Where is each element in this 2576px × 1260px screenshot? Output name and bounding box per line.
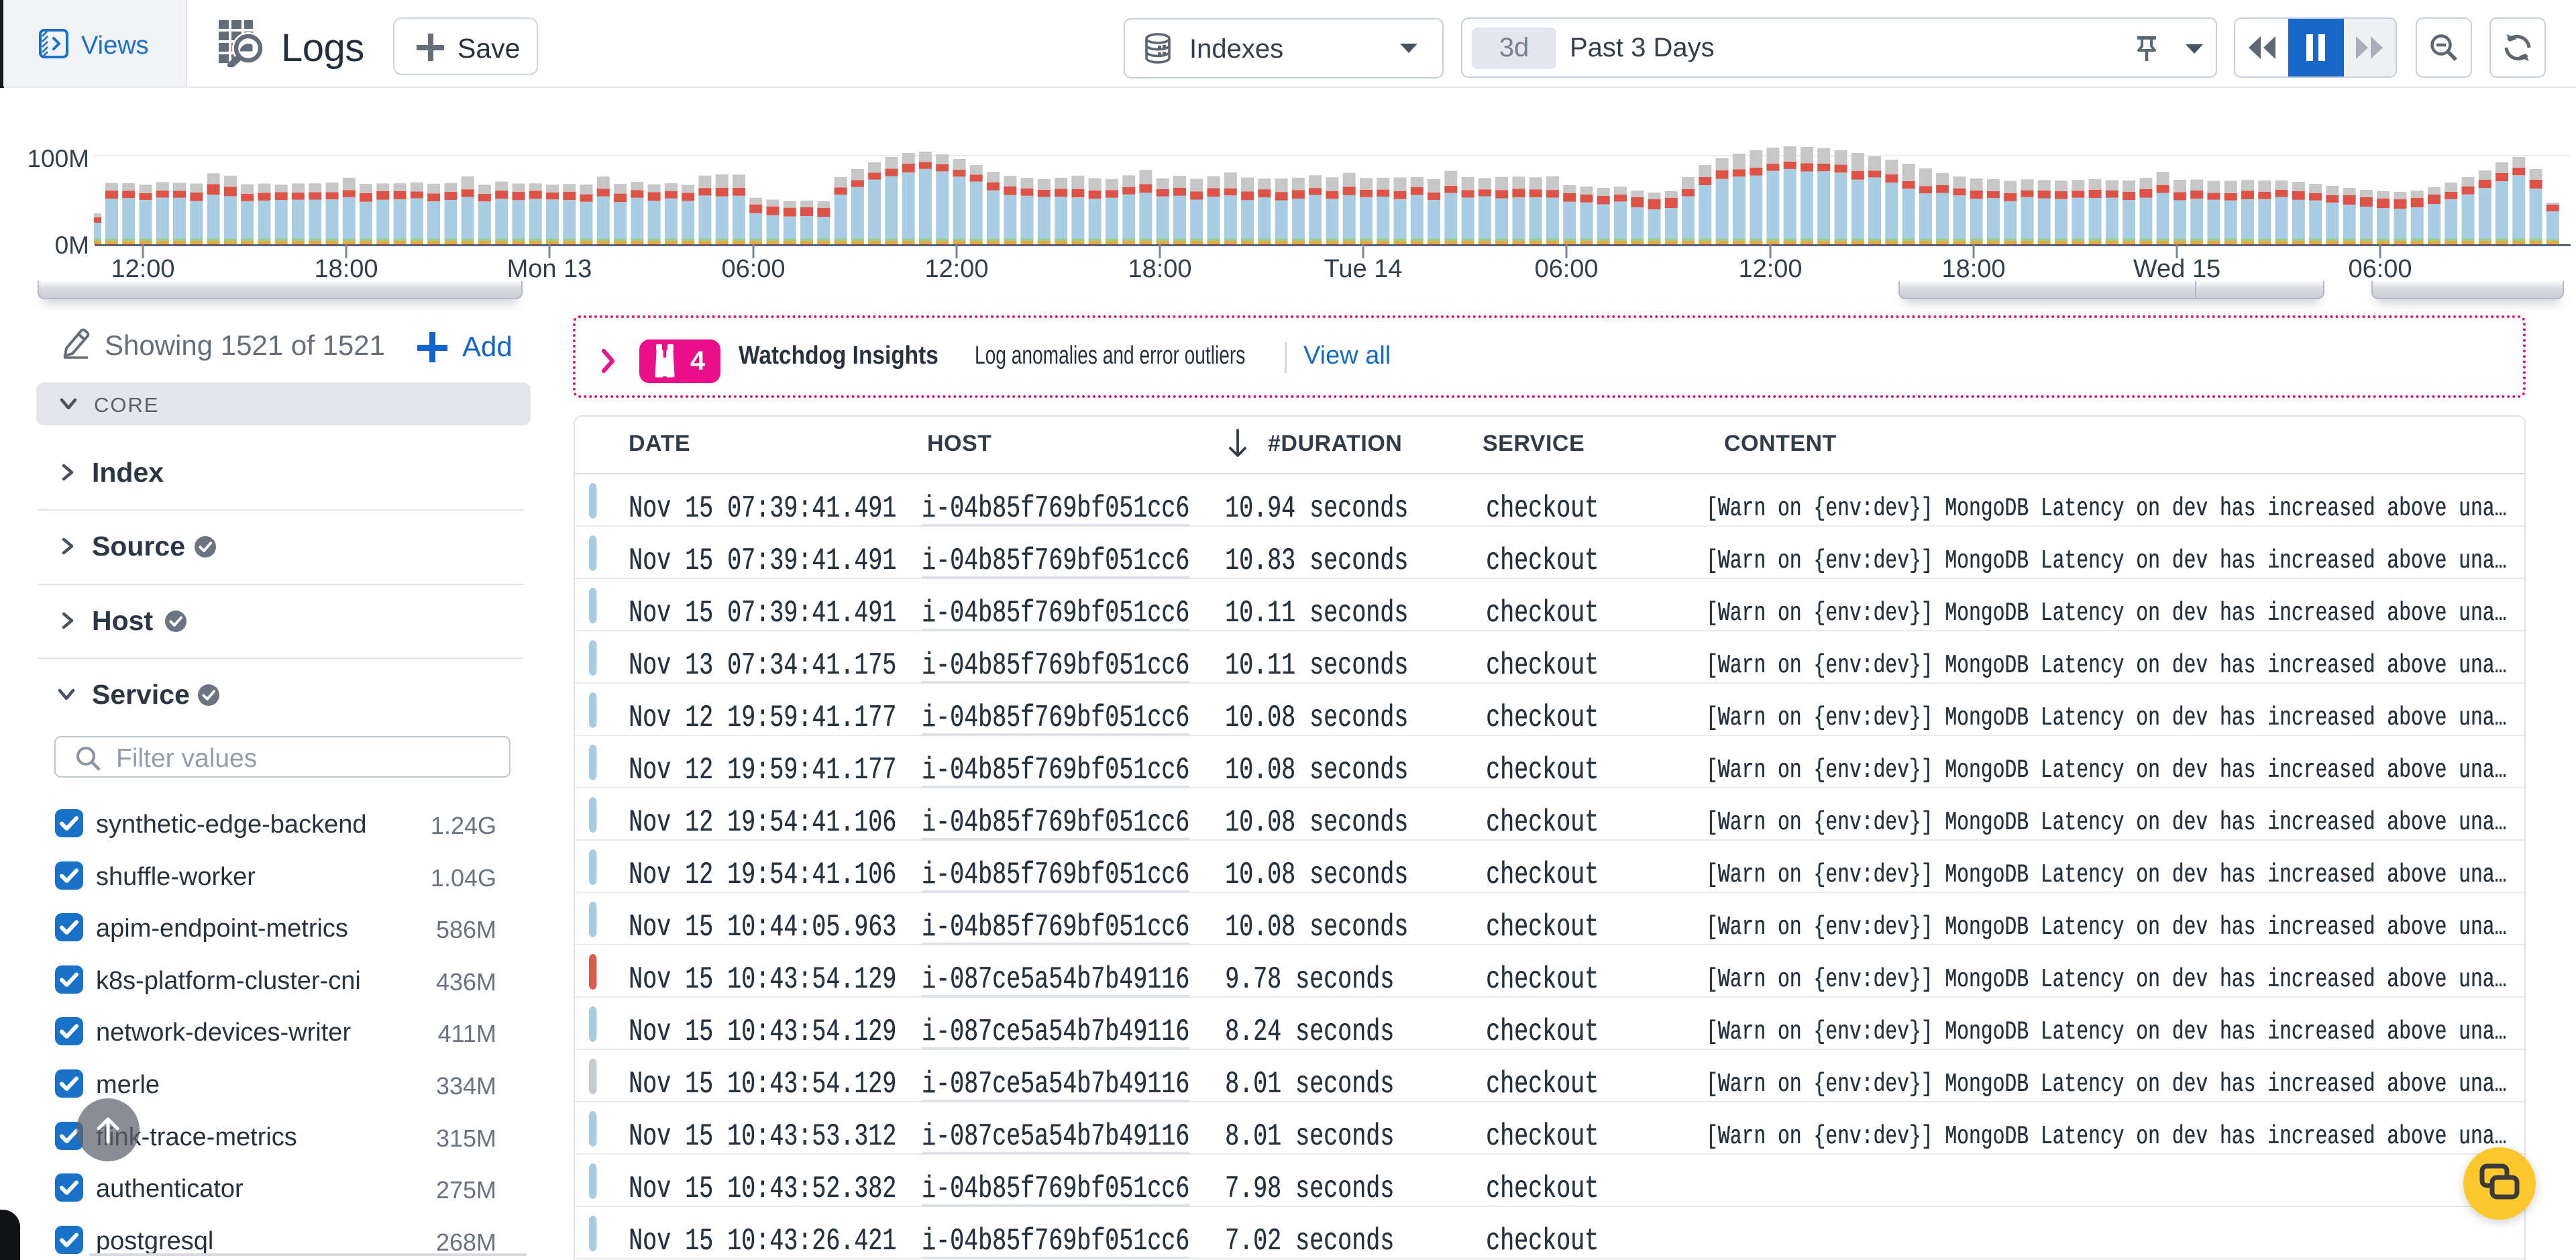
svg-text:Mon 13: Mon 13 xyxy=(507,255,592,283)
svg-text:Tue 14: Tue 14 xyxy=(1324,255,1403,283)
svg-text:06:00: 06:00 xyxy=(2348,255,2412,283)
svg-text:18:00: 18:00 xyxy=(1941,255,2005,283)
svg-text:12:00: 12:00 xyxy=(924,255,988,283)
svg-text:06:00: 06:00 xyxy=(721,255,785,283)
svg-text:06:00: 06:00 xyxy=(1534,255,1598,283)
svg-text:12:00: 12:00 xyxy=(1738,255,1802,283)
svg-text:18:00: 18:00 xyxy=(1128,255,1191,283)
svg-text:12:00: 12:00 xyxy=(111,255,174,283)
svg-text:18:00: 18:00 xyxy=(314,255,378,283)
svg-text:Wed 15: Wed 15 xyxy=(2133,255,2220,283)
